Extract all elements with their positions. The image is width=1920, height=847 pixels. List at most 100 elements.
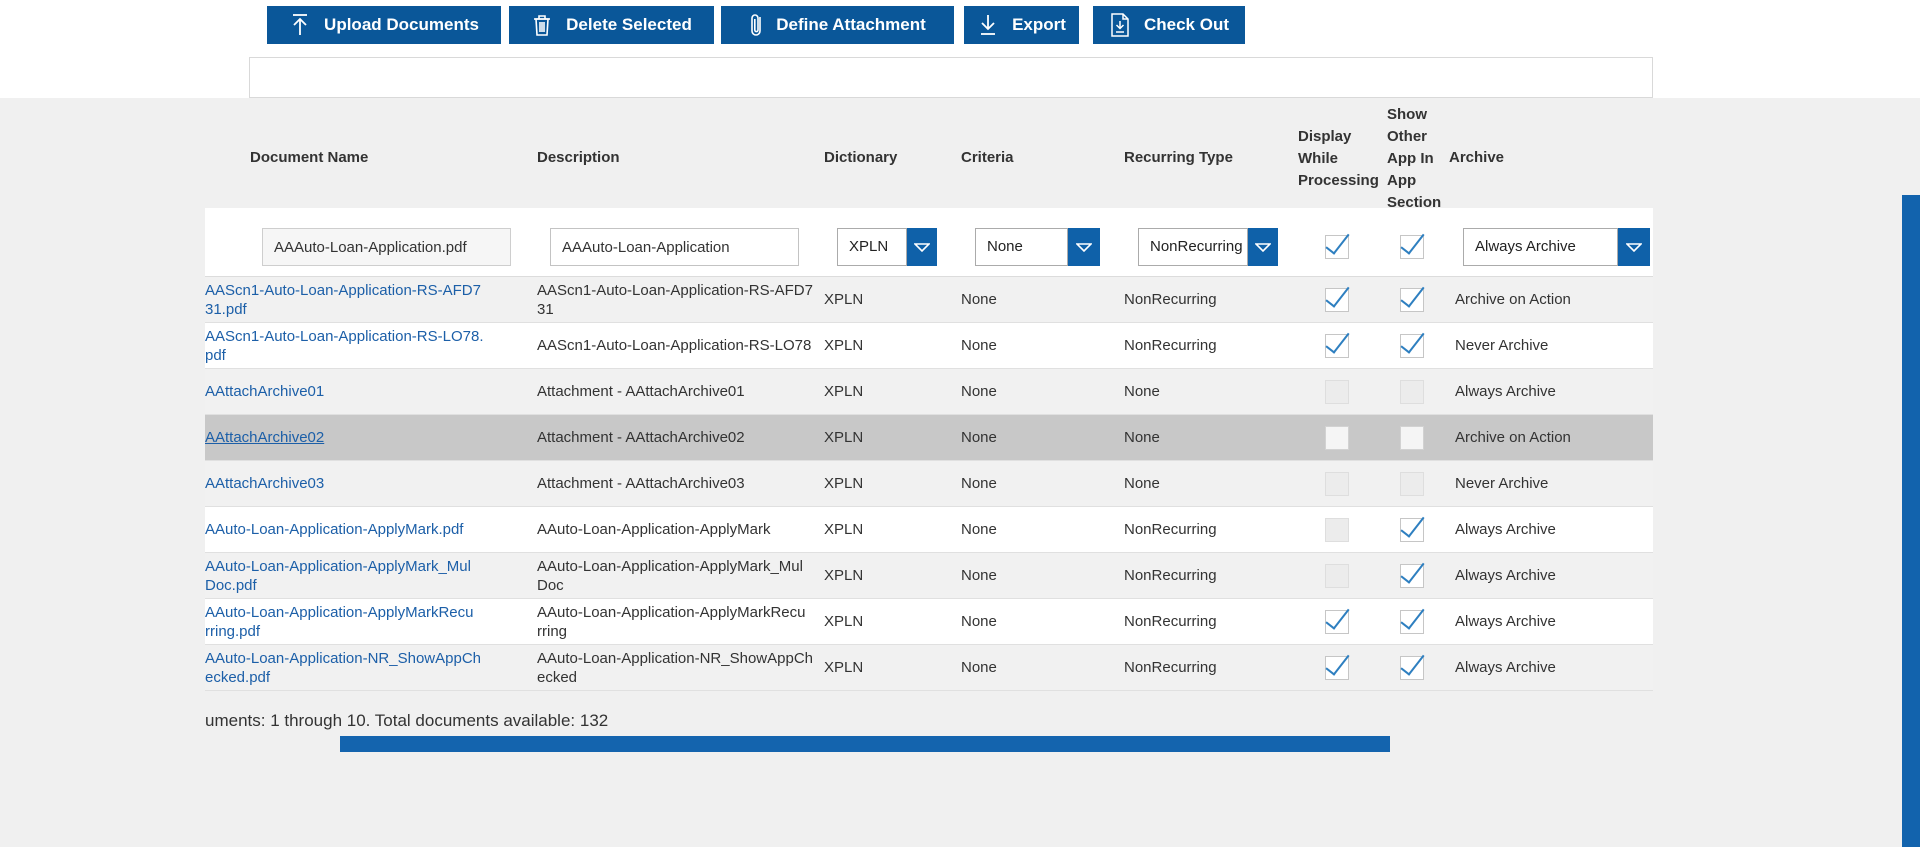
recurring-type-dropdown-value: NonRecurring [1138,228,1248,266]
table-row: AAuto-Loan-Application-ApplyMark.pdf AAu… [205,507,1653,553]
table-row: AAttachArchive01 Attachment - AAttachArc… [205,369,1653,415]
table-row: AAttachArchive03 Attachment - AAttachArc… [205,461,1653,507]
description-cell: AAScn1-Auto-Loan-Application-RS-AFD7 31 [537,281,813,318]
recurring-type-cell: None [1124,475,1160,492]
criteria-cell: None [961,521,997,538]
display-while-processing-checkbox[interactable] [1325,656,1349,680]
criteria-dropdown[interactable]: None [975,228,1100,266]
define-attachment-button[interactable]: Define Attachment [721,6,954,44]
show-other-app-checkbox[interactable] [1400,518,1424,542]
document-link[interactable]: AAttachArchive03 [205,461,531,506]
chevron-down-icon[interactable] [1248,228,1278,266]
horizontal-scrollbar[interactable] [340,736,1390,752]
archive-dropdown[interactable]: Always Archive [1463,228,1650,266]
dictionary-dropdown-value: XPLN [837,228,907,266]
show-other-app-checkbox[interactable] [1400,426,1424,450]
upload-icon [289,13,311,37]
archive-cell: Never Archive [1455,475,1549,492]
define-attachment-label: Define Attachment [776,15,926,34]
document-name-filter-input[interactable] [262,228,511,266]
export-button[interactable]: Export [964,6,1079,44]
description-cell: AAScn1-Auto-Loan-Application-RS-LO78 [537,337,812,354]
document-link[interactable]: AAuto-Loan-Application-ApplyMark.pdf [205,507,531,552]
document-link[interactable]: AAttachArchive02 [205,415,531,460]
delete-selected-button[interactable]: Delete Selected [509,6,714,44]
archive-cell: Always Archive [1455,659,1556,676]
dictionary-cell: XPLN [824,291,864,308]
display-while-processing-checkbox[interactable] [1325,426,1349,450]
chevron-down-icon[interactable] [907,228,937,266]
archive-cell: Always Archive [1455,521,1556,538]
document-link[interactable]: AAScn1-Auto-Loan-Application-RS-AFD7 31.… [205,277,531,322]
column-header-description: Description [537,149,620,166]
criteria-cell: None [961,659,997,676]
delete-selected-label: Delete Selected [566,15,692,34]
column-header-show-other-app: Show Other App In App Section [1387,106,1442,211]
chevron-down-icon[interactable] [1068,228,1100,266]
chevron-down-icon[interactable] [1618,228,1650,266]
description-filter-input[interactable] [550,228,799,266]
vertical-scrollbar[interactable] [1902,195,1920,847]
upload-documents-button[interactable]: Upload Documents [267,6,501,44]
dictionary-cell: XPLN [824,521,864,538]
filter-row: XPLN None NonRecurring Always Arc [205,208,1653,277]
show-other-app-checkbox[interactable] [1400,472,1424,496]
recurring-type-cell: NonRecurring [1124,521,1217,538]
display-while-processing-checkbox[interactable] [1325,235,1349,259]
criteria-cell: None [961,613,997,630]
document-manager-page: Upload Documents Delete Selected Define … [0,0,1920,847]
dictionary-cell: XPLN [824,383,864,400]
show-other-app-checkbox[interactable] [1400,656,1424,680]
show-other-app-checkbox[interactable] [1400,288,1424,312]
document-link[interactable]: AAuto-Loan-Application-NR_ShowAppCh ecke… [205,645,531,690]
display-while-processing-checkbox[interactable] [1325,518,1349,542]
dictionary-cell: XPLN [824,659,864,676]
criteria-cell: None [961,429,997,446]
display-while-processing-checkbox[interactable] [1325,610,1349,634]
show-other-app-checkbox[interactable] [1400,564,1424,588]
table-row: AAuto-Loan-Application-NR_ShowAppCh ecke… [205,645,1653,691]
trash-icon [531,13,553,37]
show-other-app-checkbox[interactable] [1400,610,1424,634]
recurring-type-cell: NonRecurring [1124,291,1217,308]
recurring-type-cell: NonRecurring [1124,613,1217,630]
document-link[interactable]: AAuto-Loan-Application-ApplyMark_Mul Doc… [205,553,531,598]
recurring-type-cell: None [1124,383,1160,400]
show-other-app-checkbox[interactable] [1400,235,1424,259]
display-while-processing-checkbox[interactable] [1325,564,1349,588]
table-row: AAttachArchive02 Attachment - AAttachArc… [205,415,1653,461]
dictionary-cell: XPLN [824,567,864,584]
dictionary-cell: XPLN [824,613,864,630]
criteria-dropdown-value: None [975,228,1068,266]
column-header-display-while-processing: Display While Processing [1298,128,1379,189]
recurring-type-cell: None [1124,429,1160,446]
archive-dropdown-value: Always Archive [1463,228,1618,266]
dictionary-dropdown[interactable]: XPLN [837,228,937,266]
description-cell: Attachment - AAttachArchive01 [537,383,745,400]
description-cell: Attachment - AAttachArchive02 [537,429,745,446]
display-while-processing-checkbox[interactable] [1325,380,1349,404]
description-cell: AAuto-Loan-Application-ApplyMark_Mul Doc [537,557,803,594]
display-while-processing-checkbox[interactable] [1325,472,1349,496]
display-while-processing-checkbox[interactable] [1325,288,1349,312]
description-cell: Attachment - AAttachArchive03 [537,475,745,492]
dictionary-cell: XPLN [824,337,864,354]
record-count-text: uments: 1 through 10. Total documents av… [205,711,609,730]
document-link[interactable]: AAuto-Loan-Application-ApplyMarkRecu rri… [205,599,531,644]
show-other-app-checkbox[interactable] [1400,380,1424,404]
criteria-cell: None [961,475,997,492]
check-out-button[interactable]: Check Out [1093,6,1245,44]
criteria-cell: None [961,567,997,584]
recurring-type-dropdown[interactable]: NonRecurring [1138,228,1278,266]
table-row: AAScn1-Auto-Loan-Application-RS-AFD7 31.… [205,277,1653,323]
column-header-dictionary: Dictionary [824,149,898,166]
upload-documents-label: Upload Documents [324,15,479,34]
column-header-document-name: Document Name [250,149,369,166]
column-header-criteria: Criteria [961,149,1014,166]
document-link[interactable]: AAScn1-Auto-Loan-Application-RS-LO78. pd… [205,323,531,368]
display-while-processing-checkbox[interactable] [1325,334,1349,358]
show-other-app-checkbox[interactable] [1400,334,1424,358]
column-header-recurring-type: Recurring Type [1124,149,1233,166]
document-link[interactable]: AAttachArchive01 [205,369,531,414]
table-row: AAScn1-Auto-Loan-Application-RS-LO78. pd… [205,323,1653,369]
